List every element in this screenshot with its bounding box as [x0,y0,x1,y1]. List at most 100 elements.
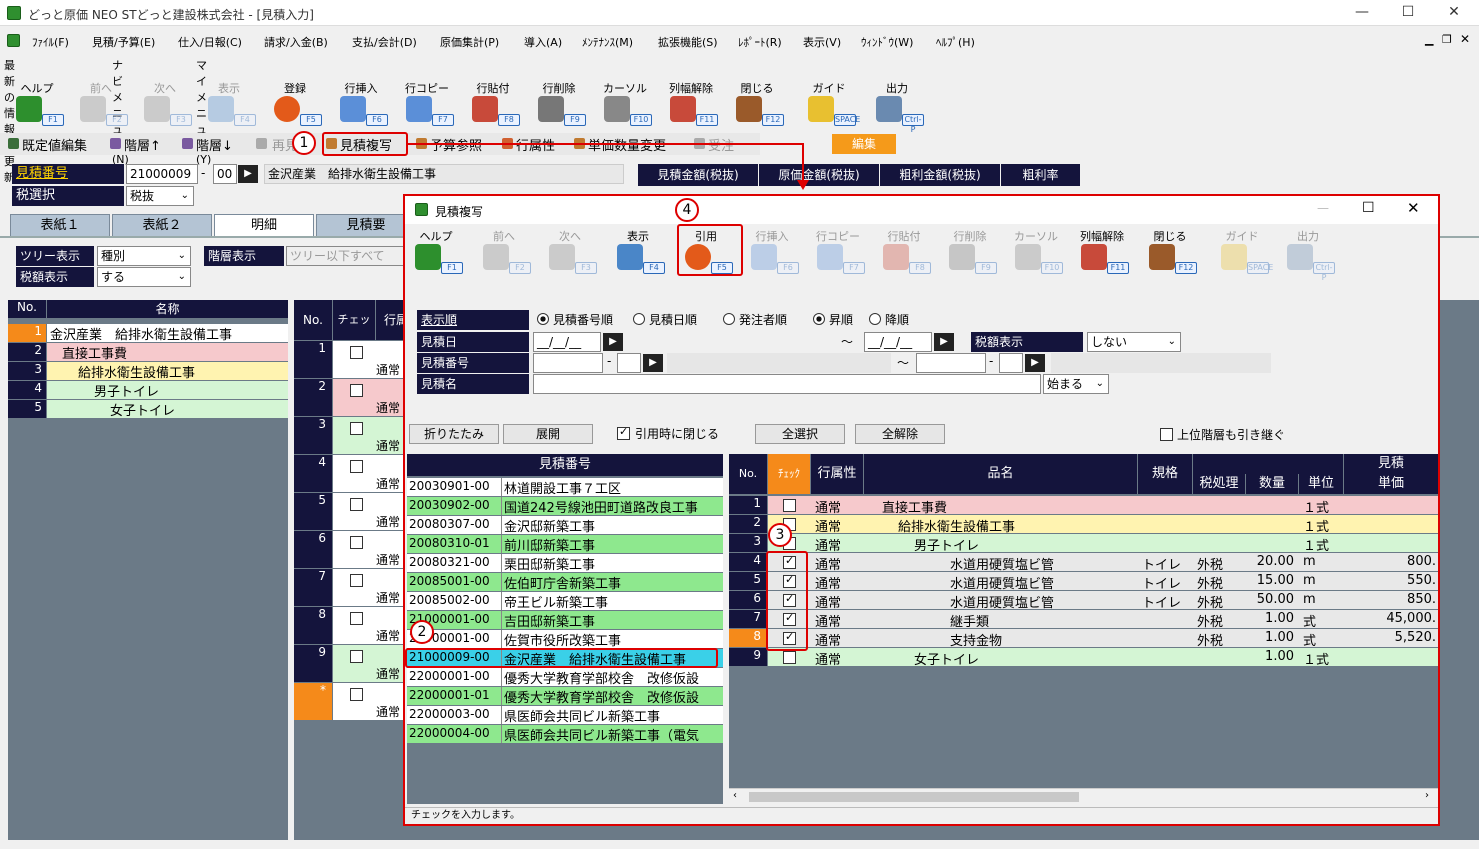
no-from-field[interactable] [533,353,603,373]
toolbar-button-arrow-left[interactable]: 前へ F2 [475,226,533,278]
radio-button[interactable] [537,313,549,325]
radio-button[interactable] [723,313,735,325]
row-checkbox[interactable] [350,612,363,625]
menu-item[interactable]: 請求/入金(B) [264,34,328,50]
estimate-row[interactable]: 20030901-00 林道開設工事７工区 [407,478,723,497]
tree-row-name[interactable]: 女子トイレ [47,400,288,418]
toolbar-button-arrow-left[interactable]: 前へ F2 [72,78,130,130]
row-checkbox[interactable] [350,460,363,473]
edit-button[interactable]: 編集 [832,134,896,154]
app-menu-icon[interactable] [7,34,20,47]
toolbar-button-printer[interactable]: 出力 Ctrl-P [868,78,926,134]
row-checkbox[interactable] [350,688,363,701]
calendar-icon[interactable]: ▶ [603,333,623,351]
toolbar-button-column-width[interactable]: 列幅解除 F11 [1073,226,1131,278]
lookup-icon[interactable]: ▶ [1025,354,1045,372]
child-minimize-icon[interactable]: ▁ [1425,33,1433,46]
toolbar-button-row-delete[interactable]: 行削除 F9 [530,78,588,130]
menu-item[interactable]: ﾍﾙﾌﾟ(H) [936,34,975,50]
detail-row[interactable] [768,610,1438,628]
toolbar-button-row-insert[interactable]: 行挿入 F6 [332,78,390,130]
tab-1[interactable]: 表紙２ [112,214,212,236]
no-from-branch[interactable] [617,353,641,373]
tree-display-select[interactable]: 種別 ⌄ [97,246,191,266]
detail-row[interactable] [768,534,1438,552]
scroll-left-icon[interactable]: ‹ [733,790,737,801]
menu-item[interactable]: ﾚﾎﾟｰﾄ(R) [738,34,782,50]
toolbar-button-row-delete[interactable]: 行削除 F9 [941,226,999,278]
toolbar-button-lightbulb[interactable]: ガイド SPACE [1213,226,1273,278]
fold-button[interactable]: 折りたたみ [409,424,499,444]
estimate-row[interactable]: 21000001-00 吉田邸新築工事 [407,611,723,630]
child-close-icon[interactable]: ✕ [1460,32,1470,46]
no-to-branch[interactable] [999,353,1023,373]
detail-row[interactable] [768,496,1438,514]
toolbar-button-cursor[interactable]: カーソル F10 [596,78,654,130]
lookup-button[interactable]: ▶ [238,165,258,183]
tree-row-name[interactable]: 直接工事費 [47,343,288,361]
close-on-cite-checkbox[interactable] [617,425,630,440]
dialog-tax-select[interactable]: しない ⌄ [1087,332,1181,352]
tab-0[interactable]: 表紙１ [10,214,110,236]
estimate-row[interactable]: 20080307-00 金沢邸新築工事 [407,516,723,535]
estimate-row[interactable]: 22000001-01 優秀大学教育学部校舎 改修仮設 [407,687,723,706]
estimate-row[interactable]: 20030902-00 国道242号線池田町道路改良工事 [407,497,723,516]
row-checkbox[interactable] [350,536,363,549]
toolbar2-item[interactable]: 既定値編集 [22,135,87,154]
toolbar-button-arrow-right[interactable]: 次へ F3 [541,226,599,278]
toolbar-button-ok[interactable]: 登録 F5 [266,78,324,130]
estimate-row[interactable]: 22000003-00 県医師会共同ビル新築工事 [407,706,723,725]
menu-item[interactable]: 導入(A) [524,34,562,50]
toolbar-button-printer[interactable]: 出力 Ctrl-P [1279,226,1337,282]
menu-item[interactable]: 拡張機能(S) [658,34,718,50]
detail-row[interactable] [768,591,1438,609]
clear-all-button[interactable]: 全解除 [855,424,945,444]
detail-row[interactable] [768,515,1438,533]
tree-row-name[interactable]: 給排水衛生設備工事 [47,362,288,380]
row-checkbox[interactable] [350,346,363,359]
tree-row-name[interactable]: 男子トイレ [47,381,288,399]
maximize-icon[interactable]: ☐ [1398,4,1418,20]
horizontal-scrollbar[interactable]: ‹ › [729,788,1438,804]
radio-button[interactable] [813,313,825,325]
select-all-button[interactable]: 全選択 [755,424,845,444]
toolbar-button-row-copy[interactable]: 行コピー F7 [809,226,867,278]
no-to-field[interactable] [916,353,986,373]
menu-item[interactable]: 原価集計(P) [440,34,499,50]
toolbar-button-lightbulb[interactable]: ガイド SPACE [800,78,860,130]
expand-button[interactable]: 展開 [503,424,593,444]
date-to-field[interactable]: __/__/__ [864,332,932,352]
toolbar-button-row-paste[interactable]: 行貼付 F8 [464,78,522,130]
menu-item[interactable]: 見積/予算(E) [92,34,155,50]
toolbar-button-column-width[interactable]: 列幅解除 F11 [662,78,720,130]
toolbar-button-arrow-right[interactable]: 次へ F3 [136,78,194,130]
toolbar-button-cursor[interactable]: カーソル F10 [1007,226,1065,278]
tax-amount-select[interactable]: する ⌄ [97,267,191,287]
toolbar-button-magnifier[interactable]: 表示 F4 [200,78,258,130]
estimate-row[interactable]: 20085001-00 佐伯町庁舎新築工事 [407,573,723,592]
calendar-icon[interactable]: ▶ [934,333,954,351]
estimate-row[interactable]: 20080310-01 前川邸新築工事 [407,535,723,554]
close-icon[interactable]: ✕ [1444,4,1464,20]
tab-2[interactable]: 明細 [214,214,314,236]
detail-row-checkbox[interactable] [783,651,796,664]
match-select[interactable]: 始まる ⌄ [1043,374,1109,394]
tax-select[interactable]: 税抜 ⌄ [126,186,194,206]
scroll-right-icon[interactable]: › [1425,790,1429,801]
menu-item[interactable]: ﾌｧｲﾙ(F) [32,34,69,50]
child-restore-icon[interactable]: ❐ [1442,33,1452,46]
dialog-minimize-icon[interactable]: — [1317,201,1329,215]
level-display-select[interactable]: ツリー以下すべて [286,246,404,266]
toolbar-button-row-paste[interactable]: 行貼付 F8 [875,226,933,278]
detail-row[interactable] [768,553,1438,571]
date-from-field[interactable]: __/__/__ [533,332,601,352]
detail-row[interactable] [768,572,1438,590]
toolbar-button-help[interactable]: ヘルプ F1 [8,78,66,130]
toolbar-button-door[interactable]: 閉じる F12 [1141,226,1199,278]
estimate-no-field[interactable]: 21000009 [126,164,198,184]
estimate-row[interactable]: 22000004-00 県医師会共同ビル新築工事（電気 [407,725,723,744]
menu-item[interactable]: ﾒﾝﾃﾅﾝｽ(M) [582,34,633,50]
dialog-close-icon[interactable]: ✕ [1407,199,1420,217]
toolbar2-item[interactable]: 階層↓ [196,135,233,154]
radio-button[interactable] [633,313,645,325]
